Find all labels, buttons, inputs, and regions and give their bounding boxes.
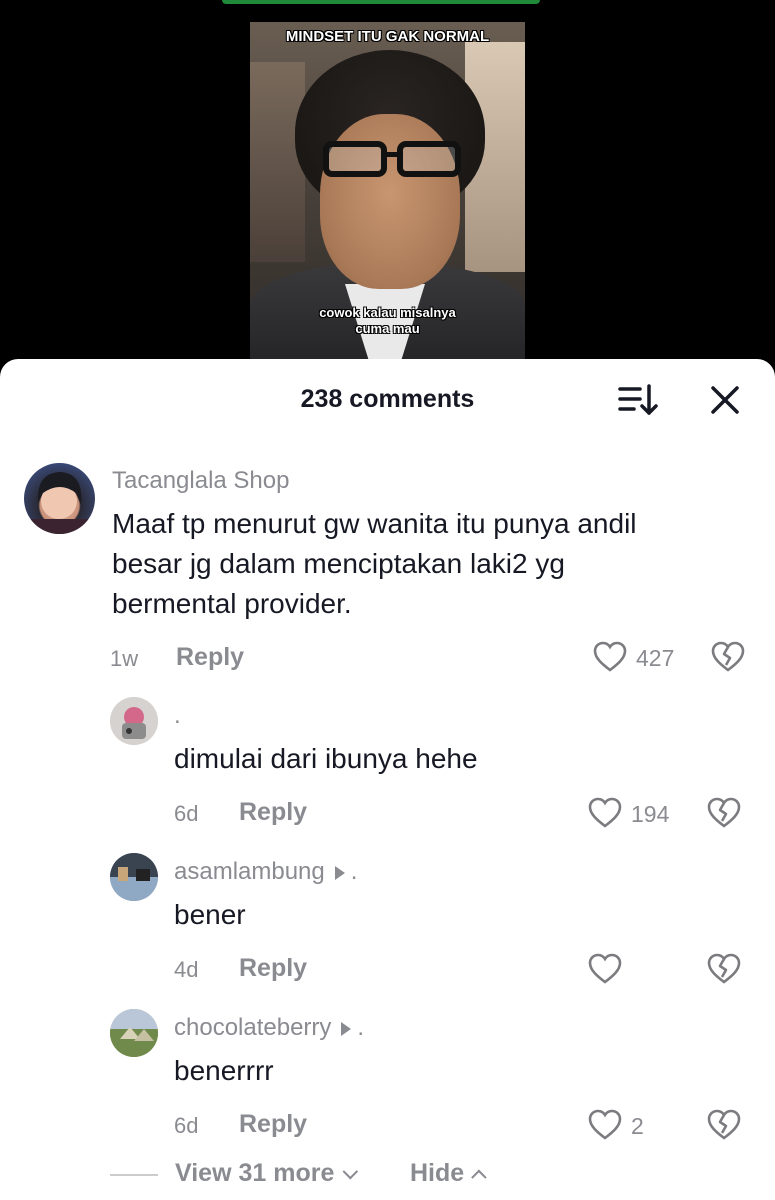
heart-icon[interactable] xyxy=(588,797,622,829)
like-count: 427 xyxy=(636,645,675,671)
comment-text-line: bermental provider. xyxy=(112,588,352,619)
close-icon[interactable] xyxy=(706,381,744,419)
heart-icon[interactable] xyxy=(588,1109,622,1141)
avatar[interactable] xyxy=(110,1009,158,1057)
thread-divider xyxy=(110,1174,158,1176)
reply-time: 6d xyxy=(174,1113,199,1138)
reply-username-text: asamlambung xyxy=(174,858,325,885)
play-icon xyxy=(341,1021,352,1036)
view-more-label: View 31 more xyxy=(175,1159,335,1187)
broken-heart-icon[interactable] xyxy=(707,953,741,985)
reply-button[interactable]: Reply xyxy=(176,643,244,672)
reply-button[interactable]: Reply xyxy=(239,1110,307,1139)
comment-username[interactable]: Tacanglala Shop xyxy=(112,467,289,495)
hide-label: Hide xyxy=(410,1159,465,1187)
reply-button[interactable]: Reply xyxy=(239,798,307,827)
view-more-replies-button[interactable]: View 31 more xyxy=(175,1159,359,1188)
separator-dot: . xyxy=(357,1014,365,1041)
reply-username-text: chocolateberry xyxy=(174,1014,332,1041)
avatar-image xyxy=(110,697,158,745)
hide-replies-button[interactable]: Hide xyxy=(410,1159,487,1188)
glasses-graphic xyxy=(323,141,461,177)
top-progress-bar xyxy=(222,0,540,4)
chevron-down-icon xyxy=(342,1163,359,1180)
chevron-up-icon xyxy=(471,1169,487,1185)
video-caption-line: cuma mau xyxy=(355,321,420,336)
video-player[interactable]: MINDSET ITU GAK NORMAL cowok kalau misal… xyxy=(250,22,525,359)
comment-text-line: besar jg dalam menciptakan laki2 yg xyxy=(112,548,565,579)
reply-username[interactable]: chocolateberry. xyxy=(174,1014,364,1042)
avatar[interactable] xyxy=(110,853,158,901)
avatar[interactable] xyxy=(110,697,158,745)
reply-username[interactable]: asamlambung. xyxy=(174,858,357,886)
avatar[interactable] xyxy=(24,463,95,534)
reply-time: 6d xyxy=(174,801,199,826)
video-caption-line: cowok kalau misalnya xyxy=(319,305,456,320)
video-caption-top: MINDSET ITU GAK NORMAL xyxy=(285,28,490,45)
reply-time: 4d xyxy=(174,957,199,982)
video-caption-bottom: cowok kalau misalnya cuma mau xyxy=(250,305,525,337)
broken-heart-icon[interactable] xyxy=(711,641,745,673)
avatar-image xyxy=(110,853,158,901)
play-icon xyxy=(334,865,345,880)
reply-button[interactable]: Reply xyxy=(239,954,307,983)
reply-text: bener xyxy=(174,899,246,930)
comments-count-title: 238 comments xyxy=(300,385,475,413)
broken-heart-icon[interactable] xyxy=(707,1109,741,1141)
like-count: 2 xyxy=(631,1113,644,1139)
separator-dot: . xyxy=(350,858,358,885)
reply-text: dimulai dari ibunya hehe xyxy=(174,743,478,774)
avatar-image xyxy=(110,1009,158,1057)
heart-icon[interactable] xyxy=(588,953,622,985)
comment-text: Maaf tp menurut gw wanita itu punya andi… xyxy=(112,504,637,624)
broken-heart-icon[interactable] xyxy=(707,797,741,829)
avatar-image xyxy=(24,472,95,534)
comments-sheet: 238 comments Tacanglala Shop Maaf tp men… xyxy=(0,359,775,1200)
reply-username[interactable]: . xyxy=(174,702,181,730)
comment-text-line: Maaf tp menurut gw wanita itu punya andi… xyxy=(112,508,637,539)
comment-time: 1w xyxy=(110,646,139,671)
sort-descending-icon[interactable] xyxy=(618,383,658,417)
like-count: 194 xyxy=(631,801,670,827)
background-shelf xyxy=(250,62,305,262)
heart-icon[interactable] xyxy=(593,641,627,673)
reply-text: benerrrr xyxy=(174,1055,274,1086)
